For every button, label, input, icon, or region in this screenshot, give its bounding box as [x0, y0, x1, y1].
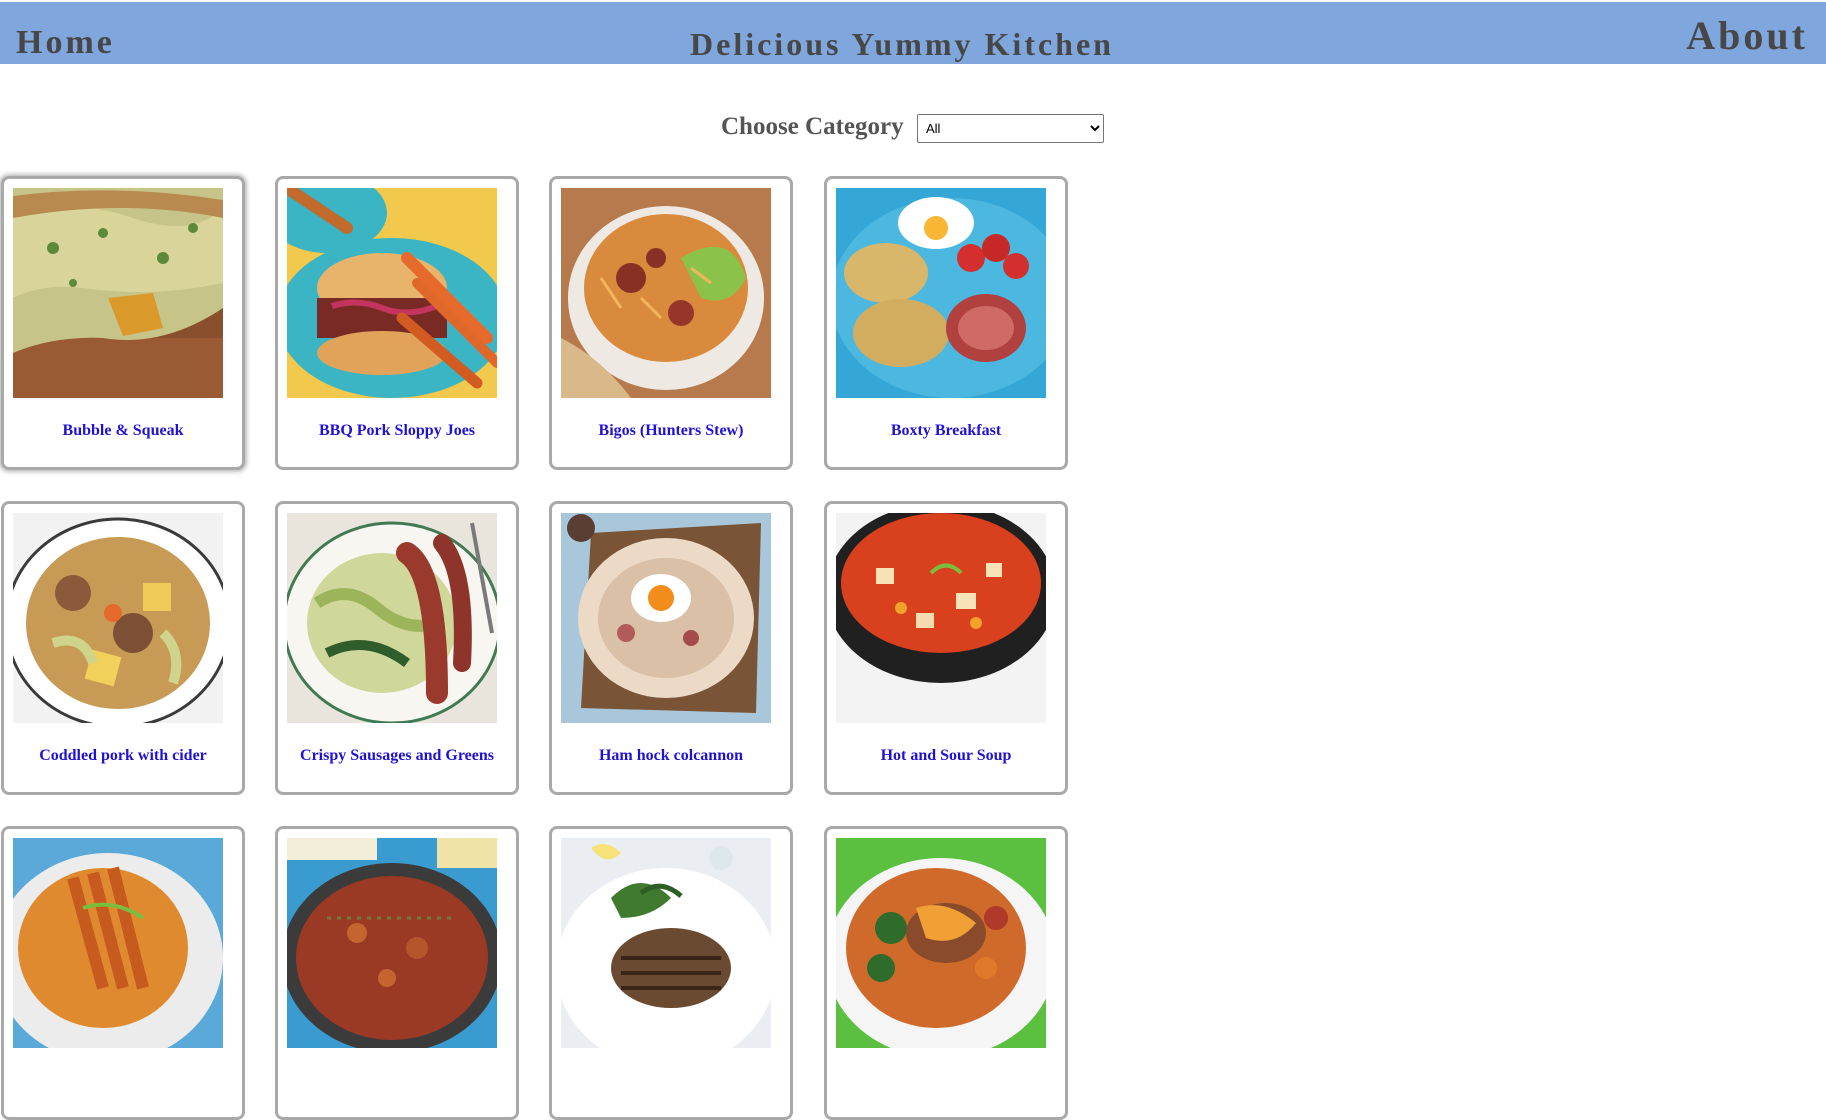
recipe-card[interactable]: BBQ Pork Sloppy Joes: [275, 176, 519, 470]
recipe-card[interactable]: Bigos (Hunters Stew): [549, 176, 793, 470]
recipe-name-link[interactable]: BBQ Pork Sloppy Joes: [278, 422, 516, 440]
recipe-card[interactable]: [275, 826, 519, 1120]
recipe-card[interactable]: Hot and Sour Soup: [824, 501, 1068, 795]
recipe-photo: [287, 838, 497, 1048]
category-select[interactable]: All: [917, 114, 1104, 143]
recipe-card[interactable]: Coddled pork with cider: [1, 501, 245, 795]
recipe-name-link[interactable]: Crispy Sausages and Greens: [278, 747, 516, 765]
recipe-card[interactable]: [824, 826, 1068, 1120]
recipe-photo: [836, 188, 1046, 398]
nav-about-link[interactable]: About: [1686, 12, 1808, 59]
recipe-name-link[interactable]: Bubble & Squeak: [4, 422, 242, 440]
recipe-photo: [836, 838, 1046, 1048]
recipe-name-link[interactable]: Hot and Sour Soup: [827, 747, 1065, 765]
recipe-photo: [13, 838, 223, 1048]
recipe-photo: [13, 188, 223, 398]
recipe-name-link[interactable]: Coddled pork with cider: [4, 747, 242, 765]
recipe-name-link[interactable]: Boxty Breakfast: [827, 422, 1065, 440]
recipe-photo: [561, 838, 771, 1048]
recipe-card[interactable]: [549, 826, 793, 1120]
site-title: Delicious Yummy Kitchen: [690, 26, 1114, 62]
recipe-card[interactable]: Boxty Breakfast: [824, 176, 1068, 470]
top-nav-bar: Home Delicious Yummy Kitchen About: [0, 2, 1826, 64]
recipe-photo: [287, 188, 497, 398]
category-filter-label: Choose Category: [721, 113, 904, 140]
recipe-photo: [561, 513, 771, 723]
nav-home-link[interactable]: Home: [16, 24, 115, 62]
recipe-photo: [836, 513, 1046, 723]
recipe-card[interactable]: [1, 826, 245, 1120]
recipe-card[interactable]: Crispy Sausages and Greens: [275, 501, 519, 795]
recipe-card[interactable]: Bubble & Squeak: [1, 176, 245, 470]
recipe-card[interactable]: Ham hock colcannon: [549, 501, 793, 795]
recipe-photo: [13, 513, 223, 723]
recipe-name-link[interactable]: Bigos (Hunters Stew): [552, 422, 790, 440]
recipe-name-link[interactable]: Ham hock colcannon: [552, 747, 790, 765]
recipe-photo: [561, 188, 771, 398]
recipe-photo: [287, 513, 497, 723]
